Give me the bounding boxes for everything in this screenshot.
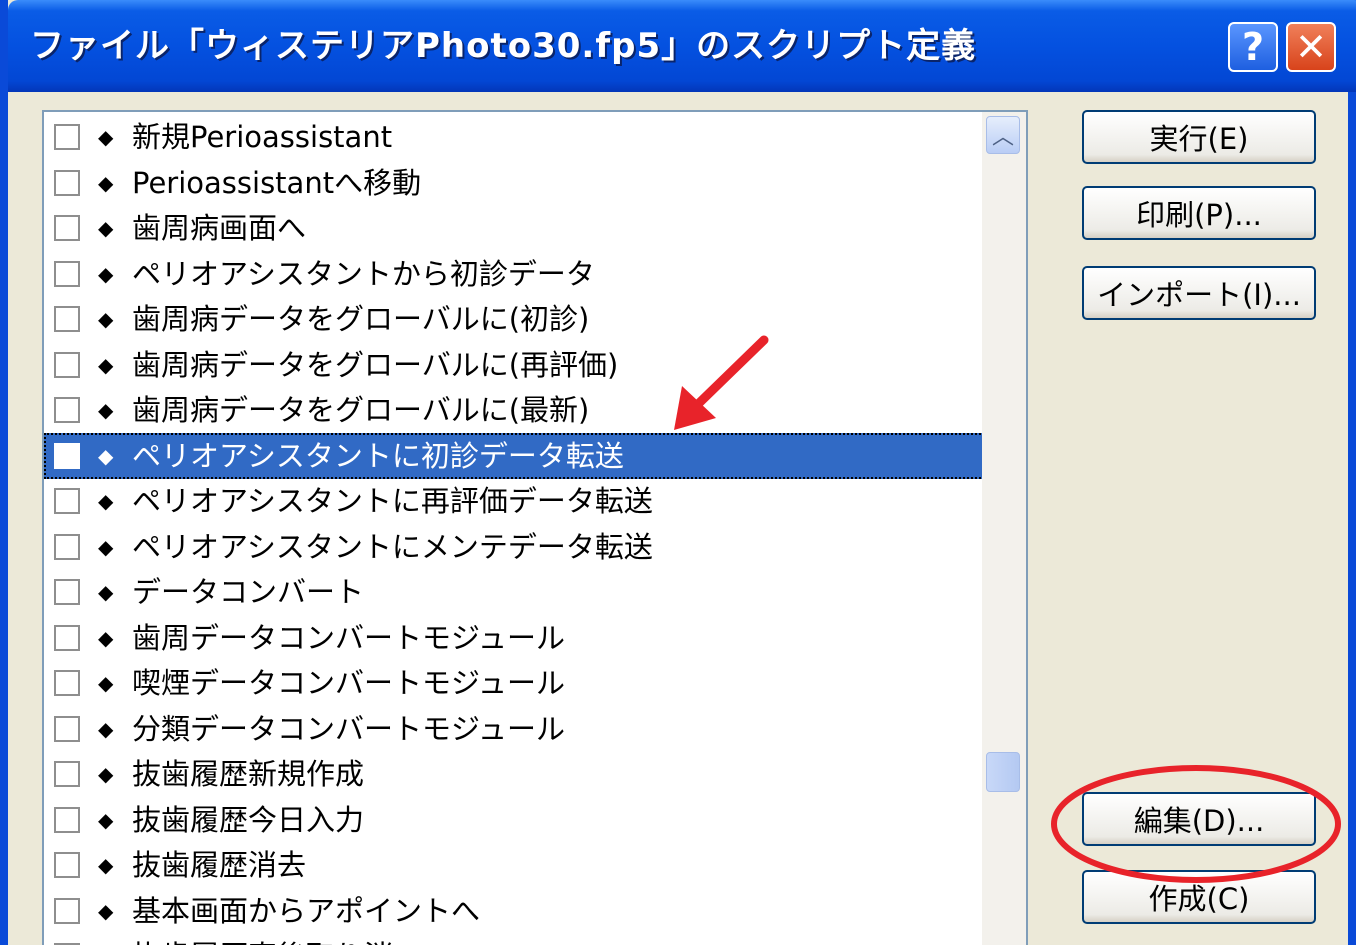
include-checkbox[interactable]	[54, 488, 80, 514]
close-icon: ✕	[1295, 25, 1327, 69]
reorder-handle-icon[interactable]: ◆	[98, 805, 113, 835]
script-list-item[interactable]: ◆ 抜歯履歴直後取り消	[44, 933, 984, 945]
include-checkbox[interactable]	[54, 351, 80, 378]
script-list-item[interactable]: ◆ 基本画面からアポイントへ	[44, 888, 984, 934]
script-name: 抜歯履歴直後取り消	[132, 937, 393, 945]
script-name: 喫煙データコンバートモジュール	[132, 666, 565, 700]
script-name: 歯周病データをグローバルに(初診)	[132, 302, 590, 336]
reorder-handle-icon[interactable]: ◆	[98, 623, 113, 653]
script-list-item[interactable]: ◆ 抜歯履歴消去	[44, 842, 984, 888]
reorder-handle-icon[interactable]: ◆	[98, 896, 113, 926]
reorder-handle-icon[interactable]: ◆	[98, 532, 113, 562]
include-checkbox[interactable]	[54, 169, 80, 196]
vertical-scrollbar[interactable]: ︿	[982, 112, 1026, 945]
include-checkbox[interactable]	[54, 579, 80, 605]
script-list-item[interactable]: ◆ 歯周データコンバートモジュール	[44, 615, 984, 661]
print-button[interactable]: 印刷(P)...	[1082, 186, 1316, 240]
include-checkbox[interactable]	[54, 215, 80, 241]
script-name: データコンバート	[132, 575, 365, 609]
reorder-handle-icon[interactable]: ◆	[98, 941, 113, 945]
reorder-handle-icon[interactable]: ◆	[98, 441, 113, 471]
script-list-item[interactable]: ◆ ペリオアシスタントから初診データ	[44, 251, 984, 297]
script-list-item[interactable]: ◆ ペリオアシスタントにメンテデータ転送	[44, 524, 984, 570]
chevron-up-icon: ︿	[991, 125, 1014, 150]
script-name: 分類データコンバートモジュール	[132, 711, 565, 746]
script-list-item[interactable]: ◆ 喫煙データコンバートモジュール	[44, 660, 984, 706]
script-list-item[interactable]: ◆ 抜歯履歴新規作成	[44, 751, 984, 797]
script-name: Perioassistantへ移動	[132, 165, 422, 200]
include-checkbox[interactable]	[54, 806, 80, 833]
script-list-item[interactable]: ◆ データコンバート	[44, 569, 984, 615]
script-list-item[interactable]: ◆ 歯周病画面へ	[44, 205, 984, 251]
script-name: 歯周病データをグローバルに(再評価)	[132, 347, 619, 382]
script-name: 抜歯履歴今日入力	[132, 802, 365, 837]
include-checkbox[interactable]	[54, 260, 80, 287]
script-name: ペリオアシスタントにメンテデータ転送	[132, 529, 653, 564]
script-list-item[interactable]: ◆ ペリオアシスタントに初診データ転送	[44, 432, 984, 479]
help-button[interactable]: ?	[1228, 22, 1278, 72]
reorder-handle-icon[interactable]: ◆	[98, 577, 113, 607]
script-name: 抜歯履歴新規作成	[132, 757, 365, 791]
include-checkbox[interactable]	[54, 852, 80, 878]
script-name: 歯周病画面へ	[132, 211, 307, 245]
script-name: 歯周データコンバートモジュール	[132, 620, 565, 655]
script-list-item[interactable]: ◆ Perioassistantへ移動	[44, 160, 984, 206]
script-list-item[interactable]: ◆ 新規Perioassistant	[44, 114, 984, 160]
script-list-item[interactable]: ◆ 歯周病データをグローバルに(再評価)	[44, 342, 984, 388]
red-arrow-annotation	[674, 335, 769, 430]
close-button[interactable]: ✕	[1286, 22, 1336, 72]
include-checkbox[interactable]	[54, 670, 80, 696]
include-checkbox[interactable]	[54, 442, 80, 469]
script-name: 抜歯履歴消去	[132, 848, 307, 882]
script-list-item[interactable]: ◆ ペリオアシスタントに再評価データ転送	[44, 478, 984, 524]
script-list[interactable]: ◆ 新規Perioassistant ◆ Perioassistantへ移動 ◆ 歯周病画…	[42, 110, 1028, 945]
reorder-handle-icon[interactable]: ◆	[98, 395, 113, 425]
reorder-handle-icon[interactable]: ◆	[98, 486, 113, 516]
title-bar[interactable]: ファイル「ウィステリアPhoto30.fp5」のスクリプト定義 ? ✕	[8, 0, 1356, 92]
scroll-up-button[interactable]: ︿	[986, 116, 1020, 154]
script-name: ペリオアシスタントに初診データ転送	[132, 438, 624, 473]
reorder-handle-icon[interactable]: ◆	[98, 168, 113, 198]
include-checkbox[interactable]	[54, 624, 80, 651]
script-list-item[interactable]: ◆ 分類データコンバートモジュール	[44, 706, 984, 752]
script-list-item[interactable]: ◆ 歯周病データをグローバルに(初診)	[44, 296, 984, 342]
script-list-item[interactable]: ◆ 歯周病データをグローバルに(最新)	[44, 387, 984, 433]
script-name: ペリオアシスタントに再評価データ転送	[132, 484, 653, 518]
include-checkbox[interactable]	[54, 761, 80, 787]
scroll-thumb[interactable]	[986, 752, 1020, 792]
script-name: 歯周病データをグローバルに(最新)	[132, 393, 590, 427]
reorder-handle-icon[interactable]: ◆	[98, 759, 113, 789]
script-name: 基本画面からアポイントへ	[132, 893, 481, 928]
include-checkbox[interactable]	[54, 715, 80, 742]
help-icon: ?	[1241, 25, 1265, 69]
run-button[interactable]: 実行(E)	[1082, 110, 1316, 164]
window-title: ファイル「ウィステリアPhoto30.fp5」のスクリプト定義	[30, 26, 977, 66]
reorder-handle-icon[interactable]: ◆	[98, 350, 113, 380]
script-name: 新規Perioassistant	[132, 120, 393, 154]
include-checkbox[interactable]	[54, 533, 80, 560]
include-checkbox[interactable]	[54, 897, 80, 924]
include-checkbox[interactable]	[54, 124, 80, 150]
red-circle-annotation	[1051, 765, 1341, 883]
import-button[interactable]: インポート(I)...	[1082, 266, 1316, 320]
reorder-handle-icon[interactable]: ◆	[98, 850, 113, 880]
reorder-handle-icon[interactable]: ◆	[98, 122, 113, 152]
reorder-handle-icon[interactable]: ◆	[98, 714, 113, 744]
reorder-handle-icon[interactable]: ◆	[98, 304, 113, 334]
reorder-handle-icon[interactable]: ◆	[98, 213, 113, 243]
include-checkbox[interactable]	[54, 397, 80, 423]
script-list-item[interactable]: ◆ 抜歯履歴今日入力	[44, 797, 984, 843]
include-checkbox[interactable]	[54, 306, 80, 332]
reorder-handle-icon[interactable]: ◆	[98, 259, 113, 289]
reorder-handle-icon[interactable]: ◆	[98, 668, 113, 698]
script-name: ペリオアシスタントから初診データ	[132, 256, 595, 291]
